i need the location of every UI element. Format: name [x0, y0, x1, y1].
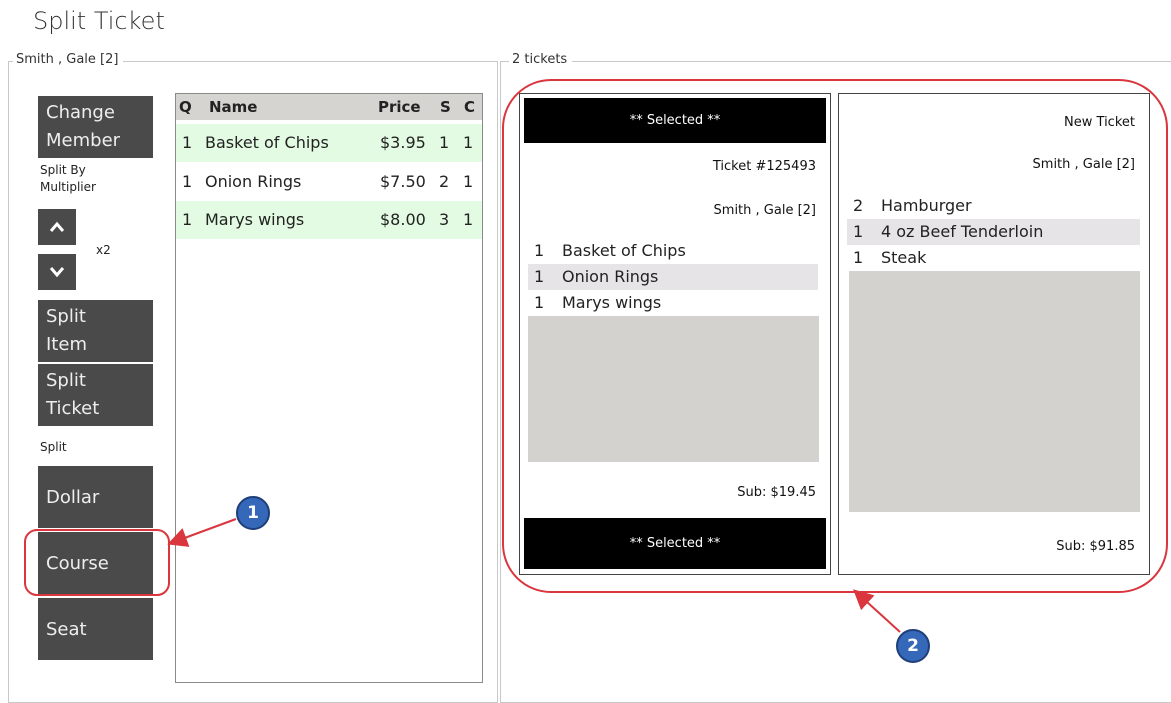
ticket-member: Smith , Gale [2] [1032, 157, 1135, 172]
ticket-item[interactable]: 2 Hamburger [847, 193, 1140, 219]
ticket-member: Smith , Gale [2] [713, 203, 816, 218]
ticket-card-selected[interactable]: ** Selected ** Ticket #125493 Smith , Ga… [519, 93, 831, 575]
column-header-s: S [440, 98, 451, 116]
chevron-up-icon [49, 221, 65, 232]
ticket-item[interactable]: 1 4 oz Beef Tenderloin [847, 219, 1140, 245]
new-ticket-title: New Ticket [1064, 115, 1135, 130]
item-course: 1 [463, 133, 474, 152]
item-name: Marys wings [205, 210, 305, 229]
ticket-empty-area [849, 271, 1140, 512]
ticket-item[interactable]: 1 Basket of Chips [528, 238, 818, 264]
ticket-selected-bar-top[interactable]: ** Selected ** [524, 98, 826, 143]
split-by-multiplier-label: Split By Multiplier [40, 162, 140, 196]
member-group-legend: Smith , Gale [2] [13, 52, 124, 67]
column-header-price: Price [378, 98, 421, 116]
list-item[interactable]: 1 Basket of Chips $3.95 1 1 [176, 124, 482, 162]
split-by-label-1: Split By [40, 163, 86, 177]
list-header: Q Name Price S C [176, 94, 482, 120]
ticket-item-name: Basket of Chips [562, 241, 686, 260]
ticket-item-name: Onion Rings [562, 267, 659, 286]
item-seat: 2 [439, 172, 450, 191]
ticket-number: Ticket #125493 [712, 159, 816, 174]
chevron-down-icon [49, 267, 65, 278]
item-seat: 1 [439, 133, 450, 152]
ticket-item-qty: 1 [853, 248, 864, 267]
item-course: 1 [463, 172, 474, 191]
item-price: $8.00 [380, 210, 426, 229]
ticket-item-name: Steak [881, 248, 927, 267]
split-ticket-label-2: Ticket [46, 398, 100, 419]
list-item[interactable]: 1 Marys wings $8.00 3 1 [176, 201, 482, 239]
multiplier-down-button[interactable] [38, 254, 76, 290]
split-item-label-2: Item [46, 334, 87, 355]
change-member-label-2: Member [46, 130, 121, 151]
split-seat-button[interactable]: Seat [38, 598, 153, 660]
change-member-label-1: Change [46, 102, 115, 123]
callout-1-badge: 1 [236, 496, 270, 530]
ticket-card-new[interactable]: New Ticket Smith , Gale [2] 2 Hamburger … [838, 93, 1150, 575]
item-name: Onion Rings [205, 172, 302, 191]
split-course-button[interactable]: Course [38, 532, 153, 594]
item-price: $3.95 [380, 133, 426, 152]
ticket-item-qty: 1 [534, 267, 545, 286]
ticket-selected-bar-bottom[interactable]: ** Selected ** [524, 518, 826, 569]
ticket-item-qty: 1 [534, 241, 545, 260]
split-item-button[interactable]: Split Item [38, 300, 153, 362]
tickets-group-legend: 2 tickets [509, 52, 573, 67]
list-item[interactable]: 1 Onion Rings $7.50 2 1 [176, 163, 482, 201]
item-qty: 1 [182, 210, 193, 229]
split-by-label-2: Multiplier [40, 180, 96, 194]
ticket-item[interactable]: 1 Onion Rings [528, 264, 818, 290]
ticket-item-name: Marys wings [562, 293, 662, 312]
page-title: Split Ticket [33, 7, 165, 35]
ticket-item-qty: 1 [853, 222, 864, 241]
item-course: 1 [463, 210, 474, 229]
item-name: Basket of Chips [205, 133, 329, 152]
split-item-label-1: Split [46, 306, 86, 327]
split-ticket-label-1: Split [46, 370, 86, 391]
item-seat: 3 [439, 210, 450, 229]
item-qty: 1 [182, 133, 193, 152]
item-qty: 1 [182, 172, 193, 191]
ticket-item-qty: 2 [853, 196, 864, 215]
ticket-items-list[interactable]: Q Name Price S C 1 Basket of Chips $3.95… [175, 93, 483, 683]
multiplier-value: x2 [96, 243, 111, 257]
ticket-item-qty: 1 [534, 293, 545, 312]
ticket-subtotal: Sub: $19.45 [737, 485, 816, 500]
split-label: Split [40, 440, 67, 454]
ticket-item-name: 4 oz Beef Tenderloin [881, 222, 1044, 241]
ticket-empty-area [528, 316, 819, 462]
split-ticket-button[interactable]: Split Ticket [38, 364, 153, 426]
change-member-button[interactable]: Change Member [38, 96, 153, 158]
ticket-item[interactable]: 1 Steak [847, 245, 1140, 271]
ticket-item-name: Hamburger [881, 196, 972, 215]
multiplier-up-button[interactable] [38, 209, 76, 245]
ticket-subtotal: Sub: $91.85 [1056, 539, 1135, 554]
callout-2-badge: 2 [896, 629, 930, 663]
column-header-name: Name [209, 98, 258, 116]
ticket-item[interactable]: 1 Marys wings [528, 290, 818, 316]
column-header-c: C [464, 98, 476, 116]
item-price: $7.50 [380, 172, 426, 191]
split-dollar-button[interactable]: Dollar [38, 466, 153, 528]
column-header-q: Q [179, 98, 192, 116]
